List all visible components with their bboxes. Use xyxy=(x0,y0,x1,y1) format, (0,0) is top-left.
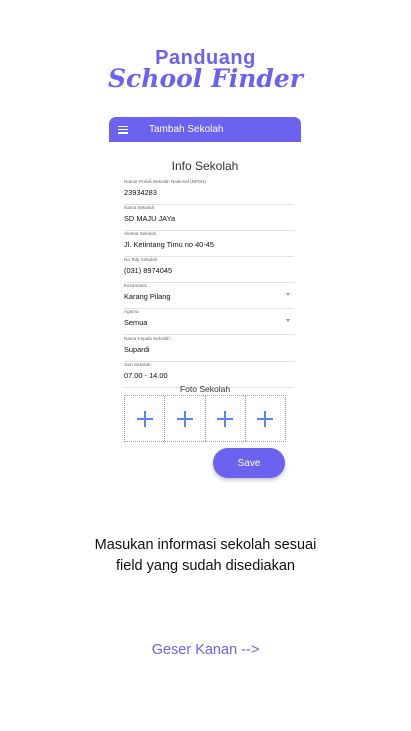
school-name-value: SD MAJU JAYa xyxy=(124,214,176,223)
principal-label: Nama Kepala Sekolah xyxy=(124,336,170,341)
district-select[interactable]: Kecamatan Karang Pilang xyxy=(124,283,294,309)
phone-label: No Telp Sekolah xyxy=(124,257,158,262)
app-bar-title: Tambah Sekolah xyxy=(149,124,224,135)
photo-section-title: Foto Sekolah xyxy=(179,384,231,394)
chevron-down-icon xyxy=(286,319,290,322)
add-photo-slot-3[interactable] xyxy=(206,396,246,441)
plus-icon xyxy=(136,410,153,427)
app-screenshot: Tambah Sekolah Info Sekolah Nomor Pokok … xyxy=(109,117,301,493)
plus-icon xyxy=(217,410,234,427)
principal-field[interactable]: Nama Kepala Sekolah Supardi xyxy=(124,336,294,362)
add-photo-slot-4[interactable] xyxy=(246,396,285,441)
religion-value: Semua xyxy=(124,318,148,327)
school-hours-label: Jam Sekolah xyxy=(124,362,151,367)
form-title: Info Sekolah xyxy=(171,159,239,173)
save-button[interactable]: Save xyxy=(213,448,285,478)
school-name-field[interactable]: Nama Sekolah SD MAJU JAYa xyxy=(124,205,294,231)
add-photo-slot-1[interactable] xyxy=(125,396,166,441)
description-line-2: field yang sudah disediakan xyxy=(116,558,295,574)
phone-value: (031) 8974045 xyxy=(124,266,173,275)
school-hours-value: 07.00 - 14.00 xyxy=(124,371,168,380)
address-value: Jl. Ketintang Timu no 40-45 xyxy=(124,240,214,249)
photo-grid xyxy=(124,395,286,442)
address-label: Alamat Sekolah xyxy=(124,231,157,236)
religion-select[interactable]: Agama Semua xyxy=(124,309,294,335)
plus-icon xyxy=(257,410,274,427)
district-value: Karang Pilang xyxy=(124,292,171,301)
description-line-1: Masukan informasi sekolah sesuai xyxy=(94,537,317,553)
principal-value: Supardi xyxy=(124,345,150,354)
phone-field[interactable]: No Telp Sekolah (031) 8974045 xyxy=(124,257,294,283)
npsn-label: Nomor Pokok Sekolah Nasional (NPSN) xyxy=(124,179,206,184)
religion-label: Agama xyxy=(124,309,139,314)
brand-title-line2: School Finder xyxy=(108,64,303,93)
address-field[interactable]: Alamat Sekolah Jl. Ketintang Timu no 40-… xyxy=(124,231,294,257)
swipe-right-link[interactable]: Geser Kanan --> xyxy=(0,642,411,658)
add-photo-slot-2[interactable] xyxy=(165,396,206,441)
district-label: Kecamatan xyxy=(124,283,148,288)
chevron-down-icon xyxy=(286,293,290,296)
app-bar: Tambah Sekolah xyxy=(109,117,301,142)
school-name-label: Nama Sekolah xyxy=(124,205,155,210)
plus-icon xyxy=(176,410,193,427)
onboarding-description: Masukan informasi sekolah sesuai field y… xyxy=(0,535,411,577)
hamburger-menu-icon[interactable] xyxy=(118,125,128,134)
npsn-value: 23934283 xyxy=(124,188,157,197)
npsn-field[interactable]: Nomor Pokok Sekolah Nasional (NPSN) 2393… xyxy=(124,179,294,205)
